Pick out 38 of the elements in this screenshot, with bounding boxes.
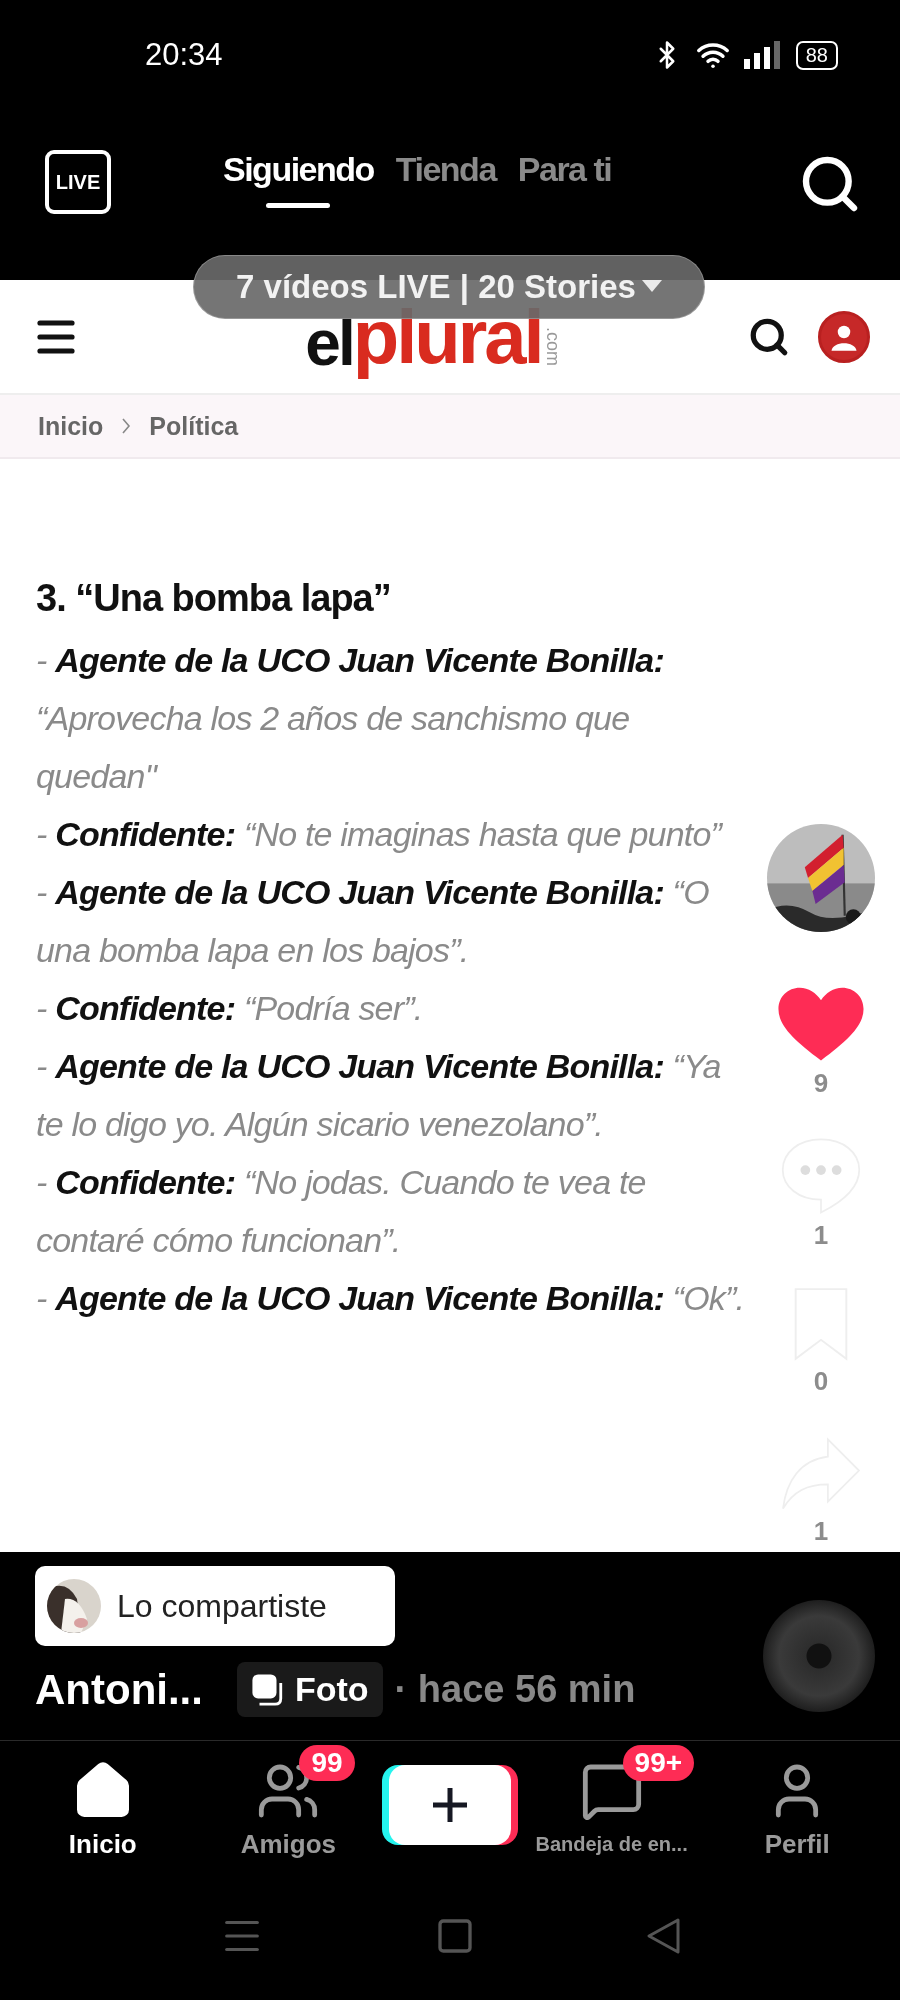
count-badge: 99	[299, 1745, 355, 1781]
feed-tab[interactable]: Siguiendo	[223, 138, 374, 208]
media-type-chip: Foto	[236, 1662, 383, 1717]
back-icon[interactable]	[645, 1917, 681, 1955]
comment-button[interactable]: 1	[779, 1136, 863, 1286]
feed-tab[interactable]: Para ti	[517, 138, 612, 208]
nav-tab[interactable]: Bandeja de en... 99+	[526, 1745, 697, 1861]
dialogue-line: - Agente de la UCO Juan Vicente Bonilla: “Ya te lo digo yo. Algún sicario venezolano”.	[36, 1046, 722, 1145]
plus-icon	[430, 1785, 470, 1825]
article-heading: 3. “Una bomba lapa”	[36, 576, 392, 621]
dialogue-line: - Agente de la UCO Juan Vicente Bonilla: “Aprovecha los 2 años de sanchismo que quedan"	[36, 640, 665, 797]
breadcrumb-link[interactable]: Política	[149, 411, 239, 441]
share-button[interactable]: 1	[779, 1436, 863, 1586]
count-badge: 99+	[622, 1745, 695, 1781]
live-button[interactable]: LIVE	[45, 150, 111, 214]
author-name[interactable]: Antoni...	[35, 1665, 203, 1714]
battery-indicator: 88	[795, 40, 838, 70]
dialogue-line: - Confidente: “No jodas. Cuando te vea te contaré cómo funcionan”.	[36, 1162, 647, 1261]
feed-tab[interactable]: Tienda	[395, 138, 496, 208]
chevron-icon	[121, 417, 132, 435]
like-button[interactable]: 9	[778, 986, 864, 1136]
dialogue-line: - Confidente: “Podría ser”.	[36, 988, 424, 1029]
save-button[interactable]: 0	[788, 1286, 854, 1436]
caret-icon	[641, 280, 662, 294]
post-time: · hace 56 min	[394, 1668, 636, 1711]
dialogue-line: - Confidente: “No te imaginas hasta que punto”	[36, 814, 724, 855]
photo-stack-icon	[250, 1672, 285, 1707]
breadcrumb-link[interactable]: Inicio	[38, 411, 104, 441]
status-time: 20:34	[145, 37, 223, 73]
shared-badge: Lo compartiste	[35, 1566, 395, 1646]
nav-tab[interactable]: Perfil	[712, 1745, 883, 1861]
dialogue-line: - Agente de la UCO Juan Vicente Bonilla: “Ok”.	[36, 1278, 746, 1319]
signal-icon	[743, 41, 782, 69]
dialogue-line: - Agente de la UCO Juan Vicente Bonilla: “O una bomba lapa en los bajos”.	[36, 872, 710, 971]
comment-icon	[779, 1136, 863, 1216]
nav-tab[interactable]: Amigos 99	[203, 1745, 374, 1861]
nav-tab[interactable]: Inicio	[17, 1745, 188, 1861]
user-icon[interactable]	[818, 310, 870, 363]
